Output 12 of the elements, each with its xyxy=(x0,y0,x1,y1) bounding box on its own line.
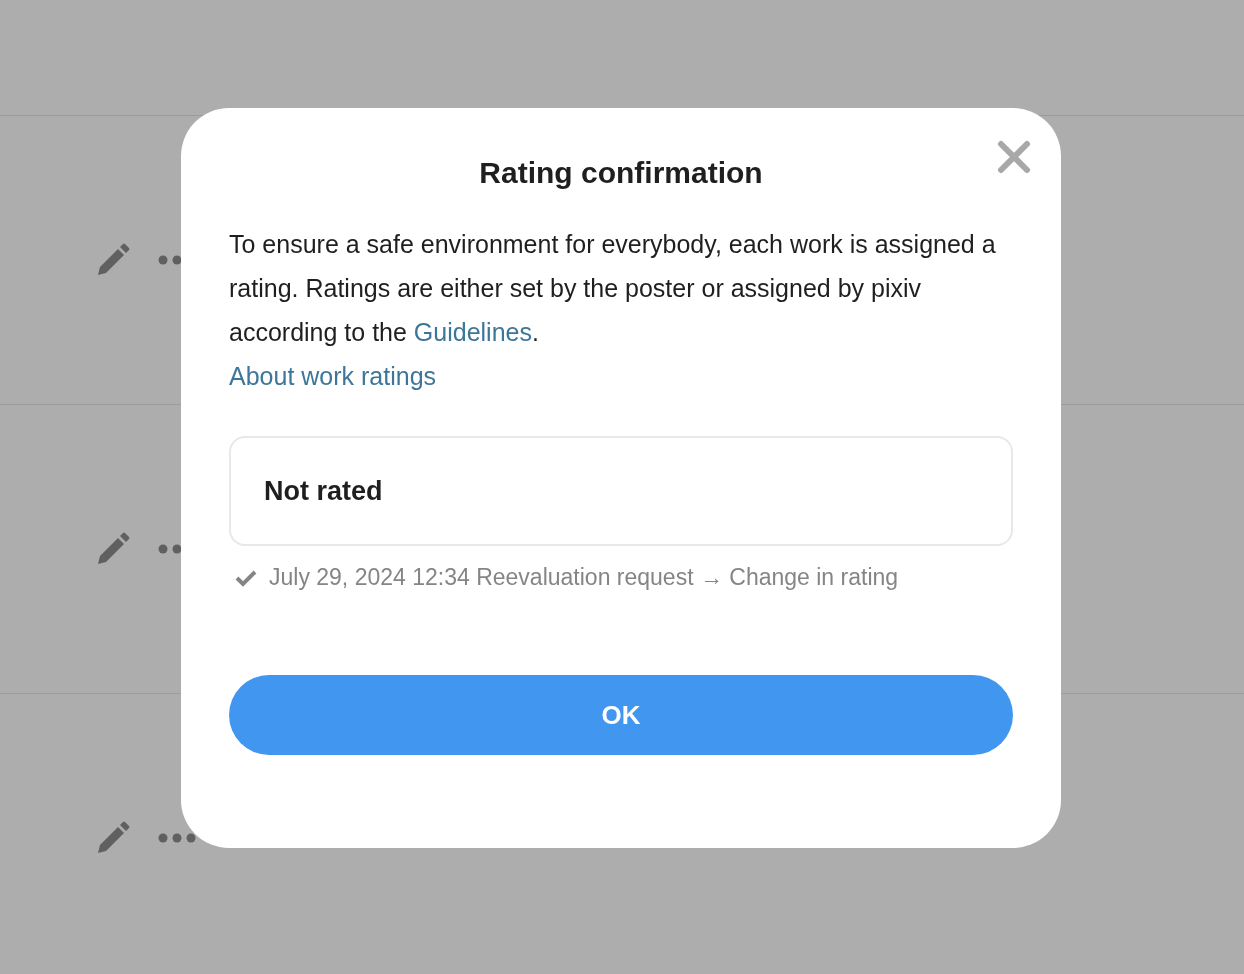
history-text: July 29, 2024 12:34 Reevaluation request → Change in rating xyxy=(269,564,899,591)
pencil-icon[interactable] xyxy=(96,821,130,855)
pencil-icon[interactable] xyxy=(96,532,130,566)
pencil-icon[interactable] xyxy=(96,243,130,277)
more-icon[interactable] xyxy=(158,833,196,843)
about-ratings-link[interactable]: About work ratings xyxy=(229,354,437,398)
description-text: To ensure a safe environment for everybody, each work is assigned a rating. Ratings are either set by the poster or assigned by pixiv according to the Guidelines. xyxy=(229,229,997,348)
close-icon[interactable] xyxy=(997,140,1031,174)
guidelines-link[interactable]: Guidelines xyxy=(413,318,532,346)
rating-label: Not rated xyxy=(264,475,383,507)
dialog-title: Rating confirmation xyxy=(478,155,764,191)
ok-button[interactable]: OK xyxy=(229,675,1013,755)
